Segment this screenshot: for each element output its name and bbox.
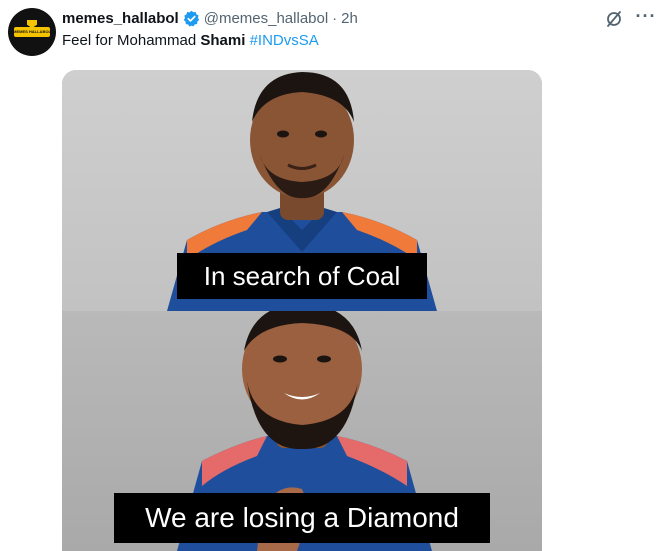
author-handle[interactable]: @memes_hallabol bbox=[204, 10, 328, 27]
tweet-text: Feel for Mohammad Shami #INDvsSA bbox=[62, 32, 319, 49]
more-options-icon[interactable]: ··· bbox=[634, 7, 658, 30]
tweet-media[interactable]: In search of Coal We are losing a Diamon… bbox=[62, 70, 542, 551]
grok-icon[interactable] bbox=[604, 9, 624, 29]
meme-panel-top: In search of Coal bbox=[62, 70, 542, 311]
verified-badge-icon bbox=[183, 10, 200, 27]
tweet-text-bold: Shami bbox=[200, 32, 246, 49]
bottom-caption: We are losing a Diamond bbox=[114, 493, 490, 543]
top-caption: In search of Coal bbox=[177, 253, 427, 299]
author-display-name[interactable]: memes_hallabol bbox=[62, 10, 179, 27]
avatar[interactable]: MEMES HALLABOL bbox=[8, 8, 56, 56]
meme-panel-bottom: We are losing a Diamond bbox=[62, 311, 542, 551]
hashtag-link[interactable]: #INDvsSA bbox=[250, 32, 319, 49]
tweet-header: memes_hallabol @memes_hallabol · 2h bbox=[62, 7, 358, 29]
tweet-timestamp[interactable]: 2h bbox=[341, 10, 358, 27]
avatar-text: MEMES HALLABOL bbox=[13, 29, 51, 34]
separator-dot: · bbox=[332, 9, 338, 27]
tweet-text-plain: Feel for Mohammad bbox=[62, 32, 201, 49]
